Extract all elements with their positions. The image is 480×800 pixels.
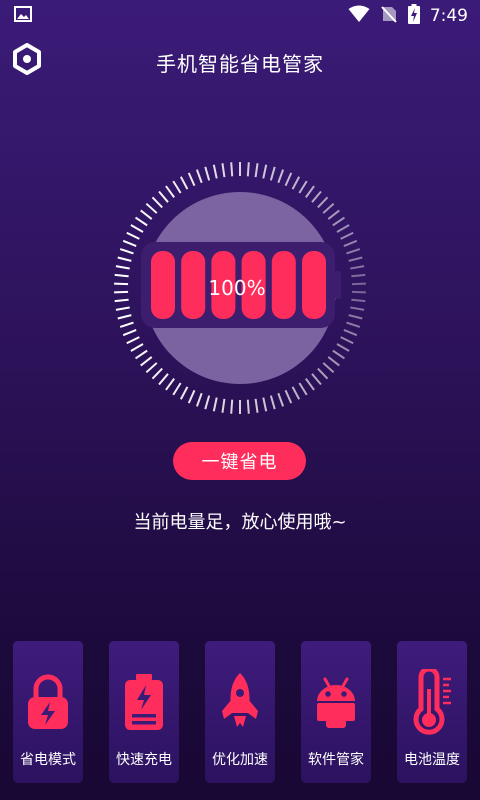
- no-sim-icon: [380, 5, 398, 27]
- battery-percentage: 100%: [208, 276, 266, 300]
- feature-power-saving-mode[interactable]: 省电模式: [13, 641, 83, 783]
- status-bar: 7:49: [0, 0, 480, 32]
- status-message: 当前电量足，放心使用哦~: [133, 512, 347, 533]
- feature-optimize-boost[interactable]: 优化加速: [205, 641, 275, 783]
- wifi-icon: [348, 5, 370, 27]
- app-header: 手机智能省电管家: [0, 40, 480, 84]
- status-time: 7:49: [429, 6, 468, 26]
- lock-icon: [23, 665, 73, 739]
- feature-label: 快速充电: [116, 752, 172, 768]
- image-notification-icon: [14, 6, 32, 26]
- feature-label: 软件管家: [308, 752, 364, 768]
- settings-hex-icon: [12, 43, 42, 79]
- feature-fast-charge[interactable]: 快速充电: [109, 641, 179, 783]
- feature-label: 省电模式: [20, 752, 76, 768]
- one-tap-save-button[interactable]: 一键省电: [173, 442, 306, 480]
- feature-battery-temperature[interactable]: 电池温度: [397, 641, 467, 783]
- feature-app-manager[interactable]: 软件管家: [301, 641, 371, 783]
- battery-charging-icon: [407, 4, 420, 28]
- settings-button[interactable]: [10, 43, 44, 79]
- page-title: 手机智能省电管家: [156, 51, 324, 76]
- android-icon: [311, 665, 361, 739]
- battery-gauge: 100%: [108, 156, 372, 420]
- feature-label: 电池温度: [404, 752, 460, 768]
- charging-battery-icon: [119, 665, 169, 739]
- feature-grid: 省电模式 快速充电 优化加速 软件管家 电池温度: [13, 641, 469, 783]
- thermometer-icon: [407, 665, 457, 739]
- rocket-icon: [215, 665, 265, 739]
- feature-label: 优化加速: [212, 752, 268, 768]
